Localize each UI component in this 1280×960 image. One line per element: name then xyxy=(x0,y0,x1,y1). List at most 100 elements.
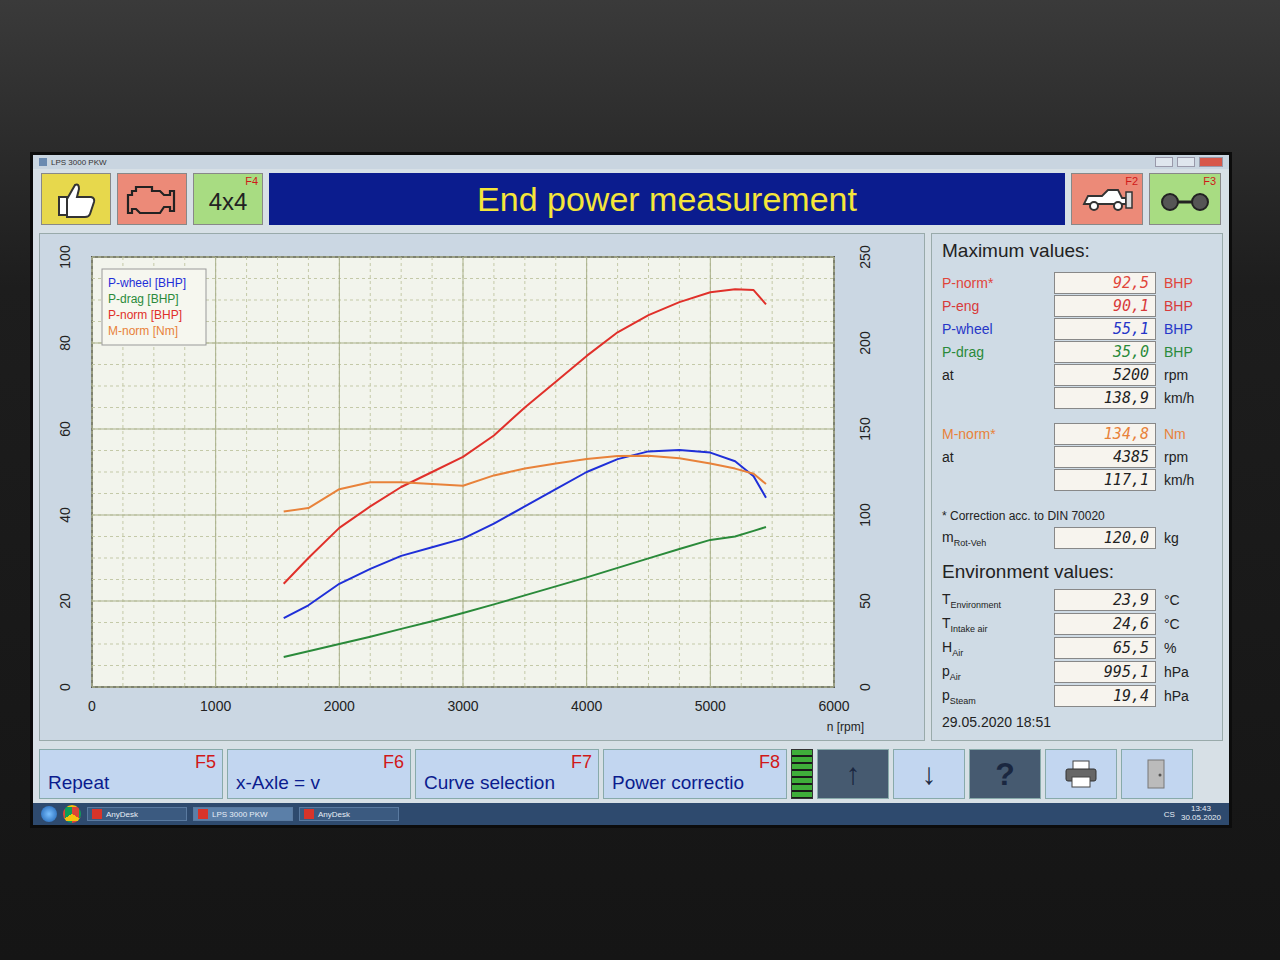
left-tick: 0 xyxy=(57,683,73,691)
function-button[interactable]: F6x-Axle = v xyxy=(227,749,411,799)
value-row: P-drag35,0BHP xyxy=(942,341,1212,363)
mass-label: mRot-Veh xyxy=(942,529,1046,548)
left-tick: 40 xyxy=(57,507,73,523)
exit-button[interactable] xyxy=(1121,749,1193,799)
x-tick: 1000 xyxy=(200,698,231,714)
taskbar-item[interactable]: AnyDesk xyxy=(299,807,399,821)
legend-box xyxy=(102,269,206,345)
close-button[interactable] xyxy=(1199,157,1223,167)
value-display: 92,5 xyxy=(1054,272,1156,294)
drive-mode-button[interactable]: 4x4F4 xyxy=(193,173,263,225)
function-button[interactable]: F8 Power correctio xyxy=(603,749,787,799)
environment-row: pAir995,1hPa xyxy=(942,661,1212,683)
function-key: F5 xyxy=(195,752,216,773)
language-indicator[interactable]: CS xyxy=(1164,810,1175,819)
chrome-icon[interactable] xyxy=(63,805,81,823)
value-row: P-norm* 92,5 BHP xyxy=(942,272,1212,294)
right-tick: 200 xyxy=(857,331,873,355)
taskbar-label: AnyDesk xyxy=(106,810,138,819)
taskbar-item[interactable]: AnyDesk xyxy=(87,807,187,821)
status-indicator xyxy=(791,749,813,799)
taskbar: AnyDesk LPS 3000 PKW AnyDesk CS 13:4330.05.2… xyxy=(33,803,1229,825)
right-axis-ticks: 050100150200250 xyxy=(857,245,873,691)
car-icon xyxy=(1080,184,1134,214)
vehicle-button[interactable]: F2 xyxy=(1071,173,1143,225)
value-unit: BHP xyxy=(1164,275,1193,291)
right-tick: 100 xyxy=(857,503,873,527)
value-display: 35,0 xyxy=(1054,341,1156,363)
function-key: F8 xyxy=(759,752,780,773)
value-group: M-norm*134,8Nmat4385rpm117,1km/h xyxy=(942,423,1212,491)
x-tick: 5000 xyxy=(695,698,726,714)
value-label: M-norm* xyxy=(942,426,1046,442)
app-icon xyxy=(39,158,47,166)
x-tick: 3000 xyxy=(447,698,478,714)
up-button[interactable]: ↑ xyxy=(817,749,889,799)
value-display: 138,9 xyxy=(1054,387,1156,409)
environment-title: Environment values: xyxy=(942,561,1212,583)
function-button[interactable]: F5Repeat xyxy=(39,749,223,799)
value-display: 134,8 xyxy=(1054,423,1156,445)
value-display: 5200 xyxy=(1054,364,1156,386)
value-label: P-norm* xyxy=(942,275,1046,291)
clock-date: 30.05.2020 xyxy=(1181,814,1221,823)
engine-icon xyxy=(124,181,180,217)
environment-label: TEnvironment xyxy=(942,591,1046,610)
environment-display: 23,9 xyxy=(1054,589,1156,611)
confirm-button[interactable] xyxy=(41,173,111,225)
correction-note: * Correction acc. to DIN 70020 xyxy=(942,509,1212,523)
taskbar-label: LPS 3000 PKW xyxy=(212,810,268,819)
value-row: P-wheel55,1BHP xyxy=(942,318,1212,340)
environment-display: 24,6 xyxy=(1054,613,1156,635)
max-values-title: Maximum values: xyxy=(942,240,1212,262)
down-arrow: ↓ xyxy=(922,757,937,791)
app-window: LPS 3000 PKW4x4F4End power measurementF2… xyxy=(30,152,1232,828)
series-lines xyxy=(284,289,766,657)
maximize-button[interactable] xyxy=(1177,157,1195,167)
mass-row: mRot-Veh120,0kg xyxy=(942,527,1212,549)
environment-row: HAir65,5% xyxy=(942,637,1212,659)
function-button[interactable]: F7Curve selection xyxy=(415,749,599,799)
value-unit: rpm xyxy=(1164,367,1188,383)
start-button[interactable] xyxy=(41,806,57,822)
status-indicator-fill xyxy=(792,750,812,798)
series-line xyxy=(284,289,766,584)
left-tick: 60 xyxy=(57,421,73,437)
axle-button[interactable]: F3 xyxy=(1149,173,1221,225)
legend-item: P-wheel [BHP] xyxy=(108,276,186,290)
down-button[interactable]: ↓ xyxy=(893,749,965,799)
function-label: Power correctio xyxy=(612,772,744,794)
minor-grid xyxy=(92,257,834,687)
print-button[interactable] xyxy=(1045,749,1117,799)
function-bar: F5RepeatF6x-Axle = vF7Curve selection F8 P… xyxy=(33,745,1229,803)
values-panel: Maximum values:P-norm*92,5BHPP-eng90,1BH… xyxy=(931,233,1223,741)
environment-display: 19,4 xyxy=(1054,685,1156,707)
series-line xyxy=(284,450,766,618)
taskbar-label: AnyDesk xyxy=(318,810,350,819)
window-title: LPS 3000 PKW xyxy=(51,158,107,167)
series-line xyxy=(284,527,766,657)
engine-button[interactable] xyxy=(117,173,187,225)
right-tick: 150 xyxy=(857,417,873,441)
legend-item: P-drag [BHP] xyxy=(108,292,179,306)
environment-row: pSteam19,4hPa xyxy=(942,685,1212,707)
value-row: 138,9km/h xyxy=(942,387,1212,409)
timestamp: 29.05.2020 18:51 xyxy=(942,714,1212,734)
right-tick: 50 xyxy=(857,593,873,609)
help-mark: ? xyxy=(995,756,1015,793)
minimize-button[interactable] xyxy=(1155,157,1173,167)
taskbar-item[interactable]: LPS 3000 PKW xyxy=(193,807,293,821)
clock[interactable]: 13:4330.05.2020 xyxy=(1181,805,1221,823)
power-chart: 0100020003000400050006000n [rpm]02040608… xyxy=(42,237,922,737)
help-button[interactable]: ? xyxy=(969,749,1041,799)
main-area: 0100020003000400050006000n [rpm]02040608… xyxy=(33,229,1229,745)
function-key: F6 xyxy=(383,752,404,773)
app-icon xyxy=(92,809,102,819)
value-label: at xyxy=(942,367,1046,383)
value-label: P-wheel xyxy=(942,321,1046,337)
legend: P-wheel [BHP]P-drag [BHP]P-norm [BHP]M-n… xyxy=(102,269,206,345)
environment-unit: % xyxy=(1164,640,1176,656)
environment-label: pSteam xyxy=(942,687,1046,706)
function-label: Curve selection xyxy=(424,772,555,794)
mass-display: 120,0 xyxy=(1054,527,1156,549)
